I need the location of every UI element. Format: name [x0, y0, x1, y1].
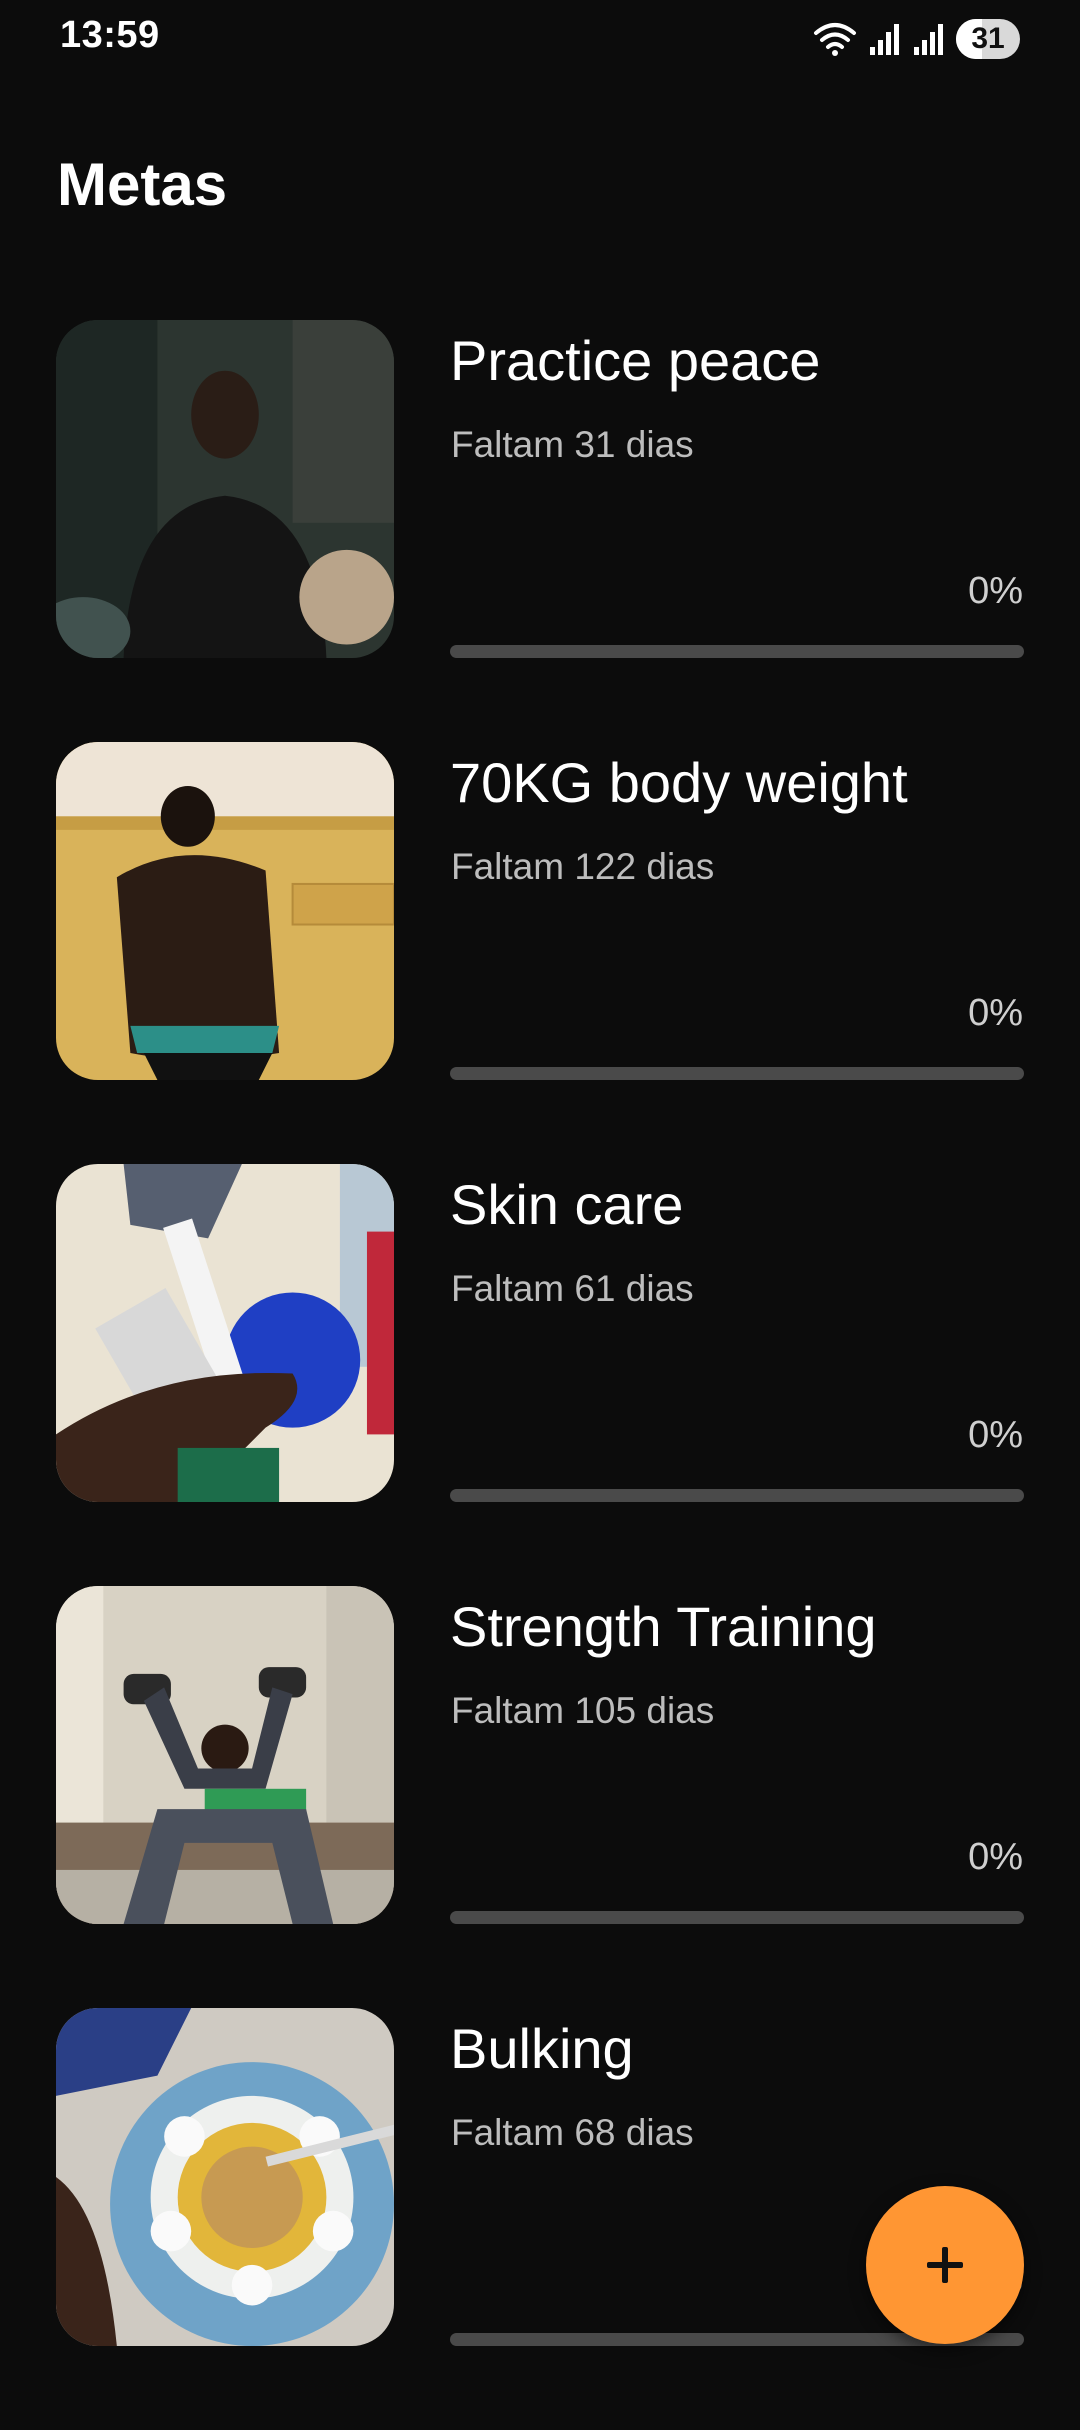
goal-percent: 0%	[968, 1414, 1023, 1456]
status-time: 13:59	[60, 14, 160, 56]
goal-title: Skin care	[450, 1173, 684, 1236]
signal-icon	[868, 21, 902, 57]
goal-title: Bulking	[450, 2017, 634, 2080]
goal-image-dumbbell	[56, 1586, 394, 1924]
status-bar: 13:59 31	[0, 0, 1080, 80]
goal-title: Strength Training	[450, 1595, 877, 1658]
status-icons: 31	[812, 16, 1020, 62]
page-title: Metas	[57, 151, 228, 218]
plus-icon	[925, 2245, 965, 2285]
goal-card-70kg-body-weight[interactable]: 70KG body weight Faltam 122 dias 0%	[0, 742, 1080, 1080]
goal-card-skin-care[interactable]: Skin care Faltam 61 dias 0%	[0, 1164, 1080, 1502]
goal-progress-bar	[450, 1489, 1024, 1502]
goal-percent: 0%	[968, 992, 1023, 1034]
goal-image-portrait	[56, 320, 394, 658]
goal-title: 70KG body weight	[450, 751, 908, 814]
goal-remaining-days: Faltam 122 dias	[451, 846, 715, 887]
goal-percent: 0%	[968, 570, 1023, 612]
goal-progress-bar	[450, 645, 1024, 658]
goal-image-food	[56, 2008, 394, 2346]
goal-list: Practice peace Faltam 31 dias 0% 70KG bo…	[0, 320, 1080, 2430]
goal-progress-bar	[450, 1911, 1024, 1924]
goal-percent: 0%	[968, 1836, 1023, 1878]
goal-title: Practice peace	[450, 329, 821, 392]
battery-level: 31	[971, 22, 1005, 55]
goal-card-strength-training[interactable]: Strength Training Faltam 105 dias 0%	[0, 1586, 1080, 1924]
goal-image-back	[56, 742, 394, 1080]
goal-remaining-days: Faltam 61 dias	[451, 1268, 694, 1309]
goal-remaining-days: Faltam 31 dias	[451, 424, 694, 465]
goal-image-skincare	[56, 1164, 394, 1502]
goal-remaining-days: Faltam 68 dias	[451, 2112, 694, 2153]
signal-icon	[912, 21, 946, 57]
goal-card-practice-peace[interactable]: Practice peace Faltam 31 dias 0%	[0, 320, 1080, 658]
goal-progress-bar	[450, 1067, 1024, 1080]
wifi-icon	[812, 21, 858, 57]
battery-icon: 31	[956, 19, 1020, 59]
add-goal-button[interactable]	[866, 2186, 1024, 2344]
goal-remaining-days: Faltam 105 dias	[451, 1690, 715, 1731]
